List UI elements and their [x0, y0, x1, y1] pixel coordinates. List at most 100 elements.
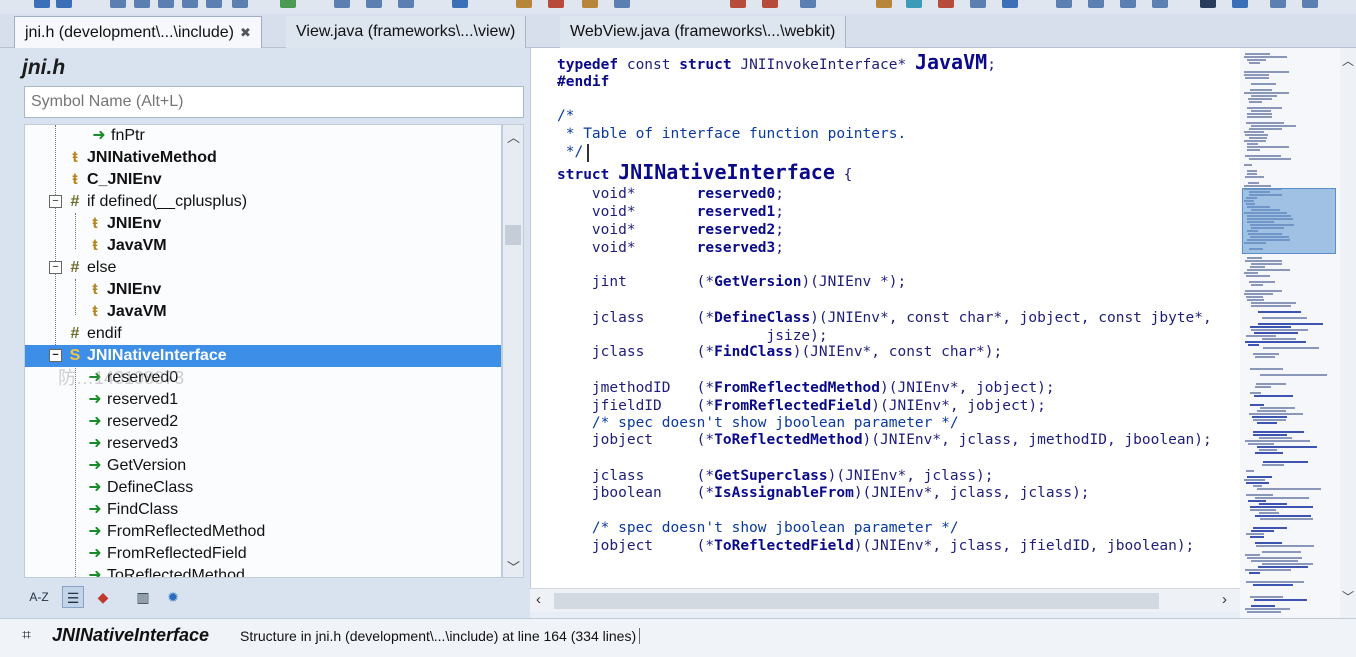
highlight-icon[interactable]	[730, 0, 746, 8]
lock-icon[interactable]	[876, 0, 892, 8]
options-icon[interactable]	[1270, 0, 1286, 8]
tree-item-if-defined[interactable]: − # if defined(__cplusplus)	[25, 191, 501, 213]
layout3-icon[interactable]	[1120, 0, 1136, 8]
layout4-icon[interactable]	[1152, 0, 1168, 8]
tree-item-reserved1[interactable]: ➜ reserved1	[25, 389, 501, 411]
back-icon[interactable]	[34, 0, 50, 8]
book-icon[interactable]: ▥	[132, 586, 154, 608]
scroll-down-icon[interactable]: ﹀	[1342, 588, 1354, 605]
minimap-line	[1248, 344, 1259, 346]
status-description: Structure in jni.h (development\...\incl…	[240, 628, 641, 644]
tree-item-jnienv[interactable]: ŧ JNIEnv	[25, 279, 501, 301]
tab-jni-h[interactable]: jni.h (development\...\include) ✖	[14, 16, 262, 49]
save-icon[interactable]	[110, 0, 126, 8]
save-all-icon[interactable]	[134, 0, 150, 8]
tree-item-fromreflectedmethod[interactable]: ➜ FromReflectedMethod	[25, 521, 501, 543]
replace-icon[interactable]	[366, 0, 382, 8]
gear-icon[interactable]: ✹	[162, 586, 184, 608]
layout1-icon[interactable]	[1056, 0, 1072, 8]
tree-item-reserved2[interactable]: ➜ reserved2	[25, 411, 501, 433]
code-line: void* reserved0;	[557, 186, 784, 202]
minimap-line	[1256, 545, 1314, 547]
tree-item-fnptr[interactable]: ➜ fnPtr	[25, 125, 501, 147]
collapse-icon[interactable]: −	[49, 195, 62, 208]
scroll-up-icon[interactable]: ︿	[507, 127, 520, 146]
tree-item-getversion[interactable]: ➜ GetVersion	[25, 455, 501, 477]
next-bookmark-icon[interactable]	[614, 0, 630, 8]
project-icon[interactable]	[1232, 0, 1248, 8]
preprocessor-icon: #	[70, 325, 80, 342]
code-overview-minimap[interactable]	[1240, 48, 1340, 618]
minimap-line	[1253, 485, 1262, 487]
minimap-line	[1244, 185, 1271, 187]
tree-item-reserved3[interactable]: ➜ reserved3	[25, 433, 501, 455]
tree-item-else[interactable]: − # else	[25, 257, 501, 279]
find-icon[interactable]	[334, 0, 350, 8]
scroll-left-icon[interactable]: ‹	[536, 591, 541, 608]
unhighlight-icon[interactable]	[762, 0, 778, 8]
minimap-line	[1260, 374, 1327, 376]
layout2-icon[interactable]	[1088, 0, 1104, 8]
scroll-thumb[interactable]	[505, 225, 521, 245]
undo-icon[interactable]	[280, 0, 296, 8]
search-files-icon[interactable]	[398, 0, 414, 8]
list-view-icon[interactable]: ☰	[62, 586, 84, 608]
tree-item-findclass[interactable]: ➜ FindClass	[25, 499, 501, 521]
tree-item-endif[interactable]: # endif	[25, 323, 501, 345]
sync-icon[interactable]	[1200, 0, 1216, 8]
tree-item-defineclass[interactable]: ➜ DefineClass	[25, 477, 501, 499]
context-icon[interactable]	[970, 0, 986, 8]
tree-item-javavm[interactable]: ŧ JavaVM	[25, 235, 501, 257]
tab-webview-java[interactable]: WebView.java (frameworks\...\webkit)	[560, 16, 847, 48]
preprocessor-icon: #	[70, 193, 80, 210]
tree-item-jninativemethod[interactable]: ŧ JNINativeMethod	[25, 147, 501, 169]
code-editor[interactable]: typedef const struct JNIInvokeInterface*…	[530, 48, 1240, 588]
minimap-line	[1251, 125, 1296, 127]
window-icon[interactable]	[800, 0, 816, 8]
scroll-down-icon[interactable]: ﹀	[507, 557, 520, 576]
tree-item-fromreflectedfield[interactable]: ➜ FromReflectedField	[25, 543, 501, 565]
scroll-thumb[interactable]	[554, 593, 1159, 609]
symbol-search-input[interactable]	[24, 86, 524, 118]
category-icon[interactable]: ◆	[92, 586, 114, 608]
minimap-viewport[interactable]	[1242, 188, 1336, 254]
panel-icon[interactable]	[1302, 0, 1318, 8]
structure-icon: ⌗	[22, 627, 32, 644]
bookmark-icon[interactable]	[516, 0, 532, 8]
code-line: /* spec doesn't show jboolean parameter …	[557, 520, 959, 536]
minimap-line	[1245, 440, 1310, 442]
tree-item-javavm[interactable]: ŧ JavaVM	[25, 301, 501, 323]
collapse-icon[interactable]: −	[49, 261, 62, 274]
relation-icon[interactable]	[938, 0, 954, 8]
tree-item-jnienv[interactable]: ŧ JNIEnv	[25, 213, 501, 235]
cut-icon[interactable]	[182, 0, 198, 8]
browse-icon[interactable]	[906, 0, 922, 8]
minimap-line	[1245, 134, 1268, 136]
member-arrow-icon: ➜	[88, 435, 102, 452]
editor-horizontal-scrollbar[interactable]: ‹ ›	[530, 588, 1240, 612]
scroll-right-icon[interactable]: ›	[1222, 591, 1227, 608]
minimap-scrollbar[interactable]: ︿ ﹀	[1340, 48, 1356, 618]
clear-bookmark-icon[interactable]	[548, 0, 564, 8]
copy-icon[interactable]	[206, 0, 222, 8]
forward-icon[interactable]	[56, 0, 72, 8]
minimap-line	[1246, 581, 1304, 583]
code-line: /* spec doesn't show jboolean parameter …	[557, 415, 959, 431]
close-tab-icon[interactable]: ✖	[240, 25, 251, 40]
symbol-tree-scrollbar[interactable]: ︿ ﹀	[502, 124, 524, 578]
scroll-up-icon[interactable]: ︿	[1342, 52, 1354, 69]
prev-bookmark-icon[interactable]	[582, 0, 598, 8]
print-icon[interactable]	[158, 0, 174, 8]
tree-item-c-jnienv[interactable]: ŧ C_JNIEnv	[25, 169, 501, 191]
tab-view-java[interactable]: View.java (frameworks\...\view)	[286, 16, 527, 48]
tree-item-toreflectedmethod[interactable]: ➜ ToReflectedMethod	[25, 565, 501, 577]
minimap-line	[1249, 572, 1260, 574]
jump-icon[interactable]	[452, 0, 468, 8]
sort-az-icon[interactable]: A-Z	[28, 586, 50, 608]
minimap-line	[1247, 476, 1272, 478]
pin-icon[interactable]	[1002, 0, 1018, 8]
collapse-icon[interactable]: −	[49, 349, 62, 362]
paste-icon[interactable]	[232, 0, 248, 8]
code-line: jclass (*FindClass)(JNIEnv*, const char*…	[557, 344, 1003, 360]
minimap-line	[1245, 569, 1291, 571]
